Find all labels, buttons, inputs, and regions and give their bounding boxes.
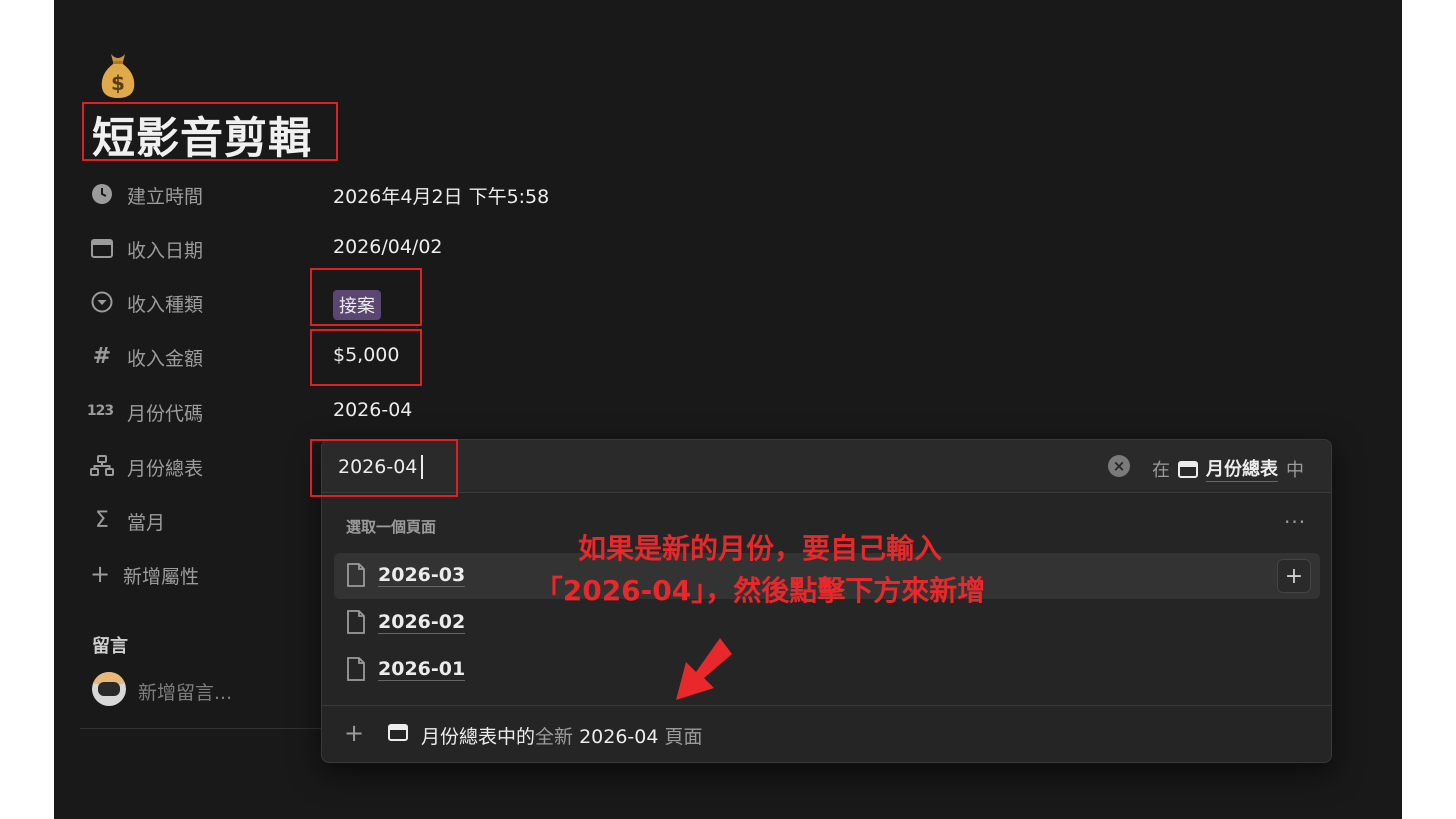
sigma-icon: Σ (95, 507, 109, 533)
relation-icon (90, 454, 114, 478)
annotation-line-2: 「2026-04」，然後點擊下方來新增 (534, 574, 986, 607)
select-page-heading: 選取一個頁面 (346, 518, 437, 536)
property-monthly-summary[interactable]: 月份總表 (90, 447, 310, 483)
formula-123-icon: 123 (86, 403, 114, 419)
money-bag-icon[interactable]: $ (98, 50, 138, 100)
create-page-text: 月份總表中的全新 2026-04 頁面 (421, 722, 703, 749)
create-db-text: 月份總表中的 (421, 726, 536, 748)
create-new-text: 全新 (535, 726, 574, 748)
property-created-time[interactable]: 建立時間 2026年4月2日 下午5:58 (90, 175, 690, 211)
calendar-icon (388, 723, 408, 745)
plus-icon: + (344, 719, 365, 747)
create-page-suffix: 頁面 (664, 726, 703, 748)
select-icon (90, 290, 114, 314)
comments-heading: 留言 (92, 636, 128, 657)
calendar-icon (90, 236, 114, 260)
create-new-page-option[interactable]: + 月份總表中的全新 2026-04 頁面 (322, 705, 1331, 763)
property-current-month[interactable]: Σ 當月 (90, 501, 310, 537)
highlight-amount-box (310, 329, 422, 386)
property-label: 月份總表 (127, 458, 204, 480)
property-label: 建立時間 (127, 186, 204, 208)
property-label: 月份代碼 (127, 403, 204, 425)
avatar (92, 672, 126, 706)
highlight-title-box (82, 102, 338, 161)
property-month-code[interactable]: 123 月份代碼 2026-04 (86, 392, 690, 428)
in-prefix-label: 在 (1152, 459, 1170, 481)
highlight-type-box (310, 268, 422, 326)
property-label: 當月 (127, 512, 166, 534)
property-label: 收入日期 (127, 240, 204, 262)
divider (80, 728, 325, 729)
page-icon (346, 657, 366, 685)
property-value: 2026-04 (333, 399, 413, 421)
page-icon (346, 610, 366, 638)
more-options-icon[interactable]: ··· (1284, 510, 1306, 534)
property-income-date[interactable]: 收入日期 2026/04/02 (90, 229, 690, 265)
clear-icon[interactable]: × (1108, 455, 1130, 477)
add-property-button[interactable]: + 新增屬性 (90, 555, 310, 591)
add-comment-input[interactable]: 新增留言... (138, 678, 232, 705)
svg-text:$: $ (111, 71, 125, 95)
calendar-icon (1178, 460, 1198, 478)
property-label: 收入種類 (127, 294, 204, 316)
clock-icon (90, 182, 114, 206)
property-value[interactable]: 2026/04/02 (333, 236, 443, 258)
option-label: 2026-01 (378, 658, 466, 681)
annotation-text: 如果是新的月份，要自己輸入 「2026-04」，然後點擊下方來新增 (500, 528, 1020, 612)
relation-option[interactable]: 2026-01 (334, 647, 1320, 693)
add-property-label: 新增屬性 (123, 566, 200, 588)
target-database-indicator: 在 月份總表 中 (1152, 455, 1304, 482)
option-label: 2026-02 (378, 611, 466, 634)
in-suffix-label: 中 (1286, 459, 1304, 481)
option-label: 2026-03 (378, 564, 466, 587)
arrow-icon (668, 636, 738, 710)
highlight-search-box (310, 439, 458, 497)
plus-icon: + (89, 560, 111, 588)
add-relation-button[interactable]: + (1277, 559, 1311, 593)
page-icon (346, 563, 366, 591)
database-name-link[interactable]: 月份總表 (1206, 455, 1278, 482)
property-value: 2026年4月2日 下午5:58 (333, 186, 550, 208)
hash-icon: # (92, 343, 112, 369)
relation-search-bar: × 在 月份總表 中 (322, 440, 1331, 493)
create-value-text: 2026-04 (579, 726, 659, 748)
property-label: 收入金額 (127, 348, 204, 370)
annotation-line-1: 如果是新的月份，要自己輸入 (577, 532, 942, 565)
